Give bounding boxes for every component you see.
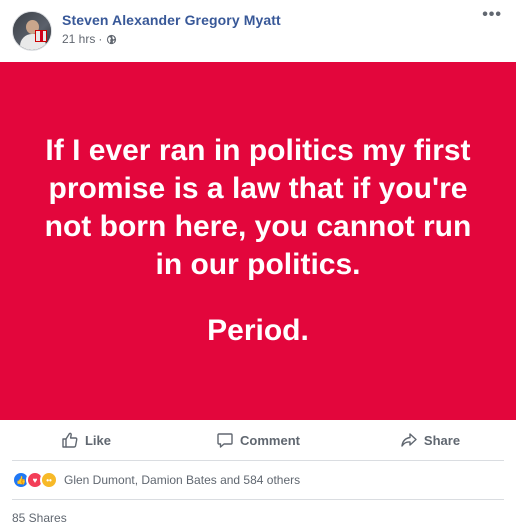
comment-button[interactable]: Comment — [172, 424, 344, 456]
share-button[interactable]: Share — [344, 424, 516, 456]
comment-icon — [217, 433, 233, 448]
like-button[interactable]: Like — [0, 424, 172, 456]
reactions-summary[interactable]: 👍 ♥ •• Glen Dumont, Damion Bates and 584… — [12, 470, 300, 490]
post-meta: 21 hrs · — [62, 32, 117, 46]
post-message-closing: Period. — [207, 314, 309, 347]
post-message-line: If I ever ran in politics my first — [45, 134, 471, 167]
post-message-line: promise is a law that if you're — [48, 172, 468, 205]
post-message: If I ever ran in politics my first promi… — [28, 132, 488, 350]
author-name[interactable]: Steven Alexander Gregory Myatt — [62, 12, 281, 28]
shares-count[interactable]: 85 Shares — [12, 511, 67, 525]
haha-icon: •• — [40, 471, 58, 489]
post-timestamp[interactable]: 21 hrs — [62, 32, 95, 46]
more-options-button[interactable]: ••• — [482, 7, 502, 23]
globe-icon — [107, 34, 117, 44]
post-header: Steven Alexander Gregory Myatt 21 hrs · … — [0, 0, 516, 62]
meta-separator: · — [98, 32, 103, 46]
share-label: Share — [423, 432, 461, 448]
post-message-line: not born here, you cannot run — [44, 210, 472, 243]
comment-label: Comment — [240, 432, 300, 448]
facebook-post: Steven Alexander Gregory Myatt 21 hrs · … — [0, 0, 516, 529]
reactions-text[interactable]: Glen Dumont, Damion Bates and 584 others — [64, 473, 300, 487]
post-message-line: in our politics. — [155, 248, 361, 281]
like-label: Like — [84, 432, 111, 448]
author-avatar[interactable] — [12, 11, 52, 51]
divider — [12, 460, 504, 461]
post-text-banner: If I ever ran in politics my first promi… — [0, 62, 516, 420]
thumbs-up-icon — [62, 432, 78, 448]
post-actions-bar: Like Comment Share — [0, 424, 516, 456]
divider — [12, 499, 504, 500]
share-icon — [401, 433, 417, 447]
